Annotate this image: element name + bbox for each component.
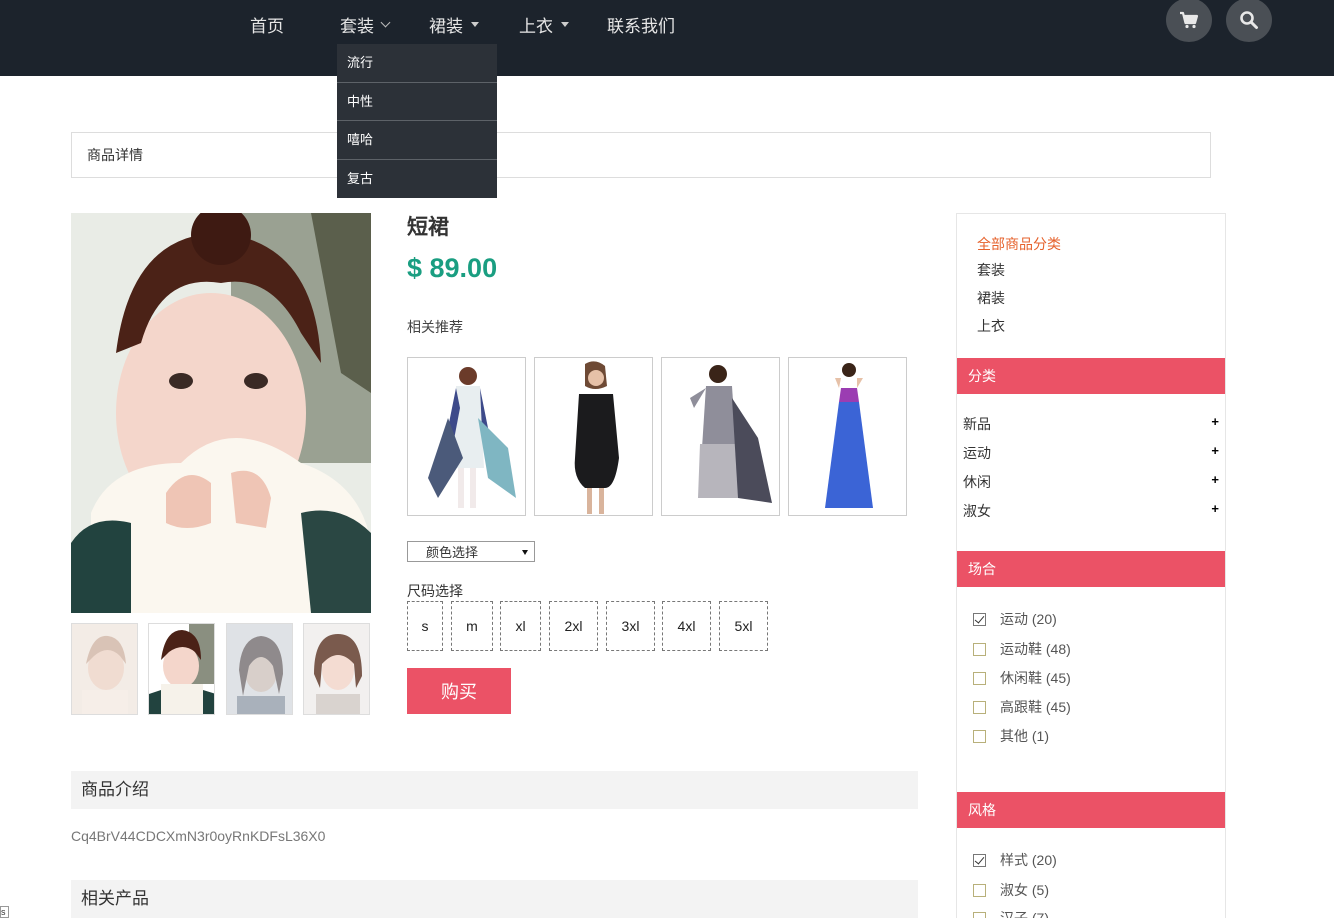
product-title: 短裙 — [407, 216, 449, 239]
product-thumbnail[interactable] — [148, 623, 215, 715]
size-option-2xl[interactable]: 2xl — [549, 601, 598, 651]
checkbox[interactable] — [973, 853, 986, 867]
sidebar: 全部商品分类 套装 裙装 上衣 分类 新品 + 运动 + 休闲 + 淑女 + 场合 运动… — [956, 213, 1226, 918]
occasion-filter[interactable]: 休闲鞋 (45) — [973, 668, 1071, 688]
subcategory-item[interactable]: 休闲 + — [963, 472, 1219, 492]
style-section-header: 风格 — [957, 792, 1225, 828]
recommended-product[interactable] — [661, 357, 780, 516]
size-option-s[interactable]: s — [407, 601, 443, 651]
all-categories-link[interactable]: 全部商品分类 — [977, 234, 1061, 254]
dropdown-item[interactable]: 嘻哈 — [337, 121, 497, 160]
filter-label: 休闲鞋 (45) — [1000, 670, 1071, 686]
size-option-5xl[interactable]: 5xl — [719, 601, 768, 651]
filter-label: 运动 (20) — [1000, 611, 1057, 627]
style-filter[interactable]: 淑女 (5) — [973, 880, 1049, 900]
subcategory-label: 休闲 — [963, 474, 991, 490]
occasion-filter[interactable]: 高跟鞋 (45) — [973, 697, 1071, 717]
search-button[interactable] — [1226, 0, 1272, 42]
checkbox[interactable] — [973, 612, 986, 626]
cart-button[interactable] — [1166, 0, 1212, 42]
sidebar-category-dresses[interactable]: 裙装 — [977, 288, 1005, 308]
search-icon — [1240, 11, 1258, 29]
size-option-4xl[interactable]: 4xl — [662, 601, 711, 651]
occasion-section-header: 场合 — [957, 551, 1225, 587]
shopping-cart-icon — [1180, 11, 1199, 29]
style-filter[interactable]: 样式 (20) — [973, 850, 1057, 870]
plus-icon[interactable]: + — [1211, 501, 1219, 521]
occasion-filter[interactable]: 其他 (1) — [973, 726, 1049, 746]
caret-down-icon — [471, 21, 479, 27]
nav-suits-label: 套装 — [340, 16, 374, 36]
nav-home-label: 首页 — [250, 16, 284, 36]
caret-down-icon — [522, 550, 528, 555]
recommended-product[interactable] — [407, 357, 526, 516]
nav-dresses[interactable]: 裙装 — [429, 12, 479, 36]
color-select[interactable]: 颜色选择 — [407, 541, 535, 562]
top-navbar: 首页 套装 裙装 上衣 联系我们 — [0, 0, 1334, 76]
filter-label: 高跟鞋 (45) — [1000, 699, 1071, 715]
product-thumbnail[interactable] — [303, 623, 370, 715]
checkbox[interactable] — [973, 911, 986, 918]
size-option-xl[interactable]: xl — [500, 601, 541, 651]
plus-icon[interactable]: + — [1211, 414, 1219, 434]
nav-tops[interactable]: 上衣 — [519, 12, 569, 36]
plus-icon[interactable]: + — [1211, 472, 1219, 492]
size-label: 尺码选择 — [407, 583, 463, 599]
main-nav: 首页 套装 裙装 上衣 联系我们 — [250, 12, 675, 36]
product-intro-heading: 商品介绍 — [71, 771, 918, 809]
category-section-header: 分类 — [957, 358, 1225, 394]
subcategory-label: 淑女 — [963, 503, 991, 519]
product-price: $ 89.00 — [407, 253, 498, 283]
subcategory-label: 运动 — [963, 445, 991, 461]
sidebar-category-suits[interactable]: 套装 — [977, 260, 1005, 280]
dropdown-item[interactable]: 复古 — [337, 160, 497, 199]
nav-contact[interactable]: 联系我们 — [607, 12, 675, 36]
product-intro-text: Cq4BrV44CDCXmN3r0oyRnKDFsL36X0 — [71, 828, 326, 844]
dropdown-item[interactable]: 中性 — [337, 83, 497, 121]
occasion-filter[interactable]: 运动 (20) — [973, 609, 1057, 629]
nav-dresses-label: 裙装 — [429, 16, 463, 36]
related-products-heading: 相关产品 — [71, 880, 918, 918]
nav-contact-label: 联系我们 — [607, 16, 675, 36]
related-label: 相关推荐 — [407, 319, 463, 335]
buy-button[interactable]: 购买 — [407, 668, 511, 714]
size-option-m[interactable]: m — [451, 601, 493, 651]
checkbox[interactable] — [973, 671, 986, 685]
subcategory-item[interactable]: 新品 + — [963, 414, 1219, 434]
subcategory-item[interactable]: 淑女 + — [963, 501, 1219, 521]
chevron-down-icon — [380, 17, 391, 27]
filter-label: 样式 (20) — [1000, 852, 1057, 868]
filter-label: 汉子 (7) — [1000, 910, 1049, 918]
checkbox[interactable] — [973, 642, 986, 656]
color-select-value: 颜色选择 — [426, 545, 479, 560]
caret-down-icon — [561, 21, 569, 27]
filter-label: 其他 (1) — [1000, 728, 1049, 744]
nav-suits[interactable]: 套装 — [340, 12, 391, 36]
product-thumbnail[interactable] — [71, 623, 138, 715]
breadcrumb: 商品详情 — [71, 132, 1211, 178]
plus-icon[interactable]: + — [1211, 443, 1219, 463]
subcategory-label: 新品 — [963, 416, 991, 432]
filter-label: 运动鞋 (48) — [1000, 641, 1071, 657]
product-main-image — [71, 213, 371, 613]
nav-home[interactable]: 首页 — [250, 12, 284, 36]
recommended-product[interactable] — [788, 357, 907, 516]
dropdown-item[interactable]: 流行 — [337, 44, 497, 83]
style-filter[interactable]: 汉子 (7) — [973, 908, 1049, 918]
product-thumbnail[interactable] — [226, 623, 293, 715]
checkbox[interactable] — [973, 729, 986, 743]
suits-dropdown-menu: 流行 中性 嘻哈 复古 — [337, 44, 497, 198]
recommended-product[interactable] — [534, 357, 653, 516]
checkbox[interactable] — [973, 700, 986, 714]
sidebar-category-tops[interactable]: 上衣 — [977, 316, 1005, 336]
breadcrumb-label: 商品详情 — [87, 147, 143, 163]
checkbox[interactable] — [973, 883, 986, 897]
status-chip: s — [0, 906, 9, 918]
occasion-filter[interactable]: 运动鞋 (48) — [973, 639, 1071, 659]
size-option-3xl[interactable]: 3xl — [606, 601, 655, 651]
nav-tops-label: 上衣 — [519, 16, 553, 36]
subcategory-item[interactable]: 运动 + — [963, 443, 1219, 463]
filter-label: 淑女 (5) — [1000, 882, 1049, 898]
